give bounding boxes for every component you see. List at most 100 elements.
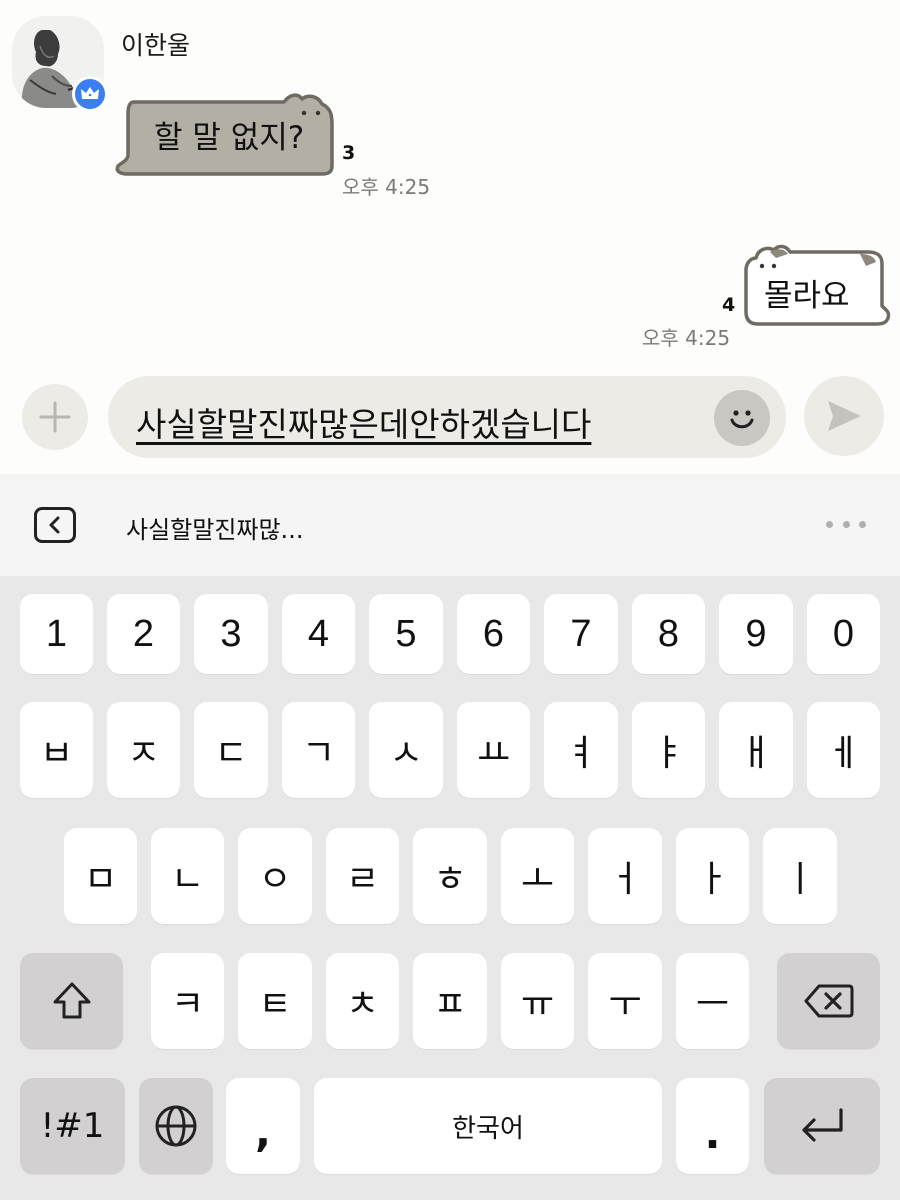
key-label: ㅌ (258, 984, 292, 1025)
space-key[interactable]: 한국어 (314, 1078, 662, 1174)
send-button[interactable] (804, 376, 884, 456)
key-label: ㄴ (170, 859, 205, 900)
key-pieup[interactable]: ㅍ (413, 953, 487, 1049)
comma-key[interactable]: , (226, 1078, 300, 1174)
keyboard: 1 2 3 4 5 6 7 8 9 0 ㅂ ㅈ ㄷ ㄱ ㅅ ㅛ ㅕ ㅑ ㅐ ㅔ … (0, 576, 900, 1200)
outgoing-message-bubble[interactable]: 몰라요 (742, 244, 892, 330)
key-label: ㅛ (476, 733, 511, 774)
key-label: ㄷ (214, 733, 248, 774)
crown-icon (72, 76, 108, 112)
key-6[interactable]: 6 (457, 594, 530, 674)
key-label: ㅕ (564, 733, 598, 774)
key-label: ㅠ (520, 984, 555, 1025)
key-label: , (255, 1107, 271, 1156)
key-7[interactable]: 7 (544, 594, 618, 674)
shift-icon (53, 982, 90, 1019)
incoming-message-bubble[interactable]: 할 말 없지? (114, 92, 338, 176)
plus-icon (39, 401, 71, 433)
language-key[interactable] (139, 1078, 213, 1174)
suggestion-text[interactable]: 사실할말진짜많... (126, 510, 303, 545)
key-5[interactable]: 5 (369, 594, 443, 674)
key-chieut[interactable]: ㅊ (326, 953, 399, 1049)
return-icon (802, 1108, 843, 1142)
key-label: 3 (220, 612, 242, 655)
key-label: ㄹ (345, 859, 380, 900)
key-ieung[interactable]: ㅇ (238, 828, 312, 924)
key-label: ㅑ (651, 733, 686, 774)
sender-name: 이한울 (121, 31, 191, 60)
key-label: . (704, 1109, 721, 1158)
key-e[interactable]: ㅔ (807, 702, 880, 798)
key-giyeok[interactable]: ㄱ (282, 702, 355, 798)
key-2[interactable]: 2 (107, 594, 180, 674)
message-input-text: 사실할말진짜많은데안하겠습니다 (136, 405, 592, 444)
backspace-key[interactable] (777, 953, 880, 1049)
chat-area: 이한울 할 말 없지? 3 오후 4:25 몰라요 4 오후 4:25 (0, 0, 900, 372)
key-label: ㅓ (608, 859, 642, 900)
key-yo[interactable]: ㅛ (457, 702, 530, 798)
key-ae[interactable]: ㅐ (719, 702, 793, 798)
key-label: 2 (132, 612, 155, 655)
key-a[interactable]: ㅏ (676, 828, 749, 924)
key-label: 8 (657, 612, 680, 655)
key-siot[interactable]: ㅅ (369, 702, 443, 798)
outgoing-timestamp: 오후 4:25 (642, 326, 731, 350)
key-nieun[interactable]: ㄴ (151, 828, 224, 924)
outgoing-unread-count: 4 (722, 294, 736, 316)
suggestion-bar: 사실할말진짜많... (0, 474, 900, 576)
key-label: ㅁ (83, 859, 118, 900)
key-jieut[interactable]: ㅈ (107, 702, 180, 798)
key-label: ㅋ (170, 984, 205, 1025)
message-input[interactable]: 사실할말진짜많은데안하겠습니다 (108, 376, 786, 458)
key-label: ㅏ (695, 859, 730, 900)
key-digeut[interactable]: ㄷ (194, 702, 268, 798)
key-label: 4 (307, 612, 330, 655)
key-label: !#1 (40, 1106, 105, 1146)
key-label: ㄱ (301, 733, 336, 774)
period-key[interactable]: . (676, 1078, 749, 1174)
key-label: 한국어 (452, 1113, 524, 1144)
key-label: ㅂ (39, 733, 74, 774)
key-label: ㅊ (345, 984, 380, 1025)
suggestion-back-button[interactable] (34, 507, 76, 543)
key-8[interactable]: 8 (632, 594, 705, 674)
key-9[interactable]: 9 (719, 594, 793, 674)
backspace-icon (804, 984, 853, 1018)
shift-key[interactable] (20, 953, 123, 1049)
key-label: ㅎ (433, 859, 467, 900)
key-0[interactable]: 0 (807, 594, 880, 674)
key-rieul[interactable]: ㄹ (326, 828, 399, 924)
return-key[interactable] (764, 1078, 880, 1174)
key-eo[interactable]: ㅓ (588, 828, 662, 924)
key-eu[interactable]: ㅡ (676, 953, 749, 1049)
incoming-message-text: 할 말 없지? (154, 120, 305, 156)
emoji-button[interactable] (714, 390, 770, 446)
key-label: ㅜ (608, 984, 642, 1025)
key-o[interactable]: ㅗ (501, 828, 574, 924)
more-icon[interactable] (826, 521, 866, 529)
key-ya[interactable]: ㅑ (632, 702, 705, 798)
key-3[interactable]: 3 (194, 594, 268, 674)
key-label: ㅈ (126, 733, 161, 774)
key-hieut[interactable]: ㅎ (413, 828, 487, 924)
key-label: 0 (832, 612, 855, 655)
incoming-timestamp: 오후 4:25 (342, 175, 431, 199)
key-4[interactable]: 4 (282, 594, 355, 674)
key-bieup[interactable]: ㅂ (20, 702, 93, 798)
key-label: 5 (395, 612, 417, 655)
key-mieum[interactable]: ㅁ (64, 828, 137, 924)
key-kieuk[interactable]: ㅋ (151, 953, 224, 1049)
key-label: 6 (482, 612, 505, 655)
outgoing-message-text: 몰라요 (764, 278, 850, 314)
key-label: 1 (45, 612, 68, 655)
key-i[interactable]: ㅣ (763, 828, 837, 924)
attach-button[interactable] (22, 384, 88, 450)
key-yu[interactable]: ㅠ (501, 953, 574, 1049)
key-u[interactable]: ㅜ (588, 953, 662, 1049)
key-1[interactable]: 1 (20, 594, 93, 674)
key-label: ㅐ (739, 733, 773, 774)
key-yeo[interactable]: ㅕ (544, 702, 618, 798)
key-tieut[interactable]: ㅌ (238, 953, 312, 1049)
key-label: ㅅ (389, 733, 423, 774)
symbols-key[interactable]: !#1 (20, 1078, 125, 1174)
